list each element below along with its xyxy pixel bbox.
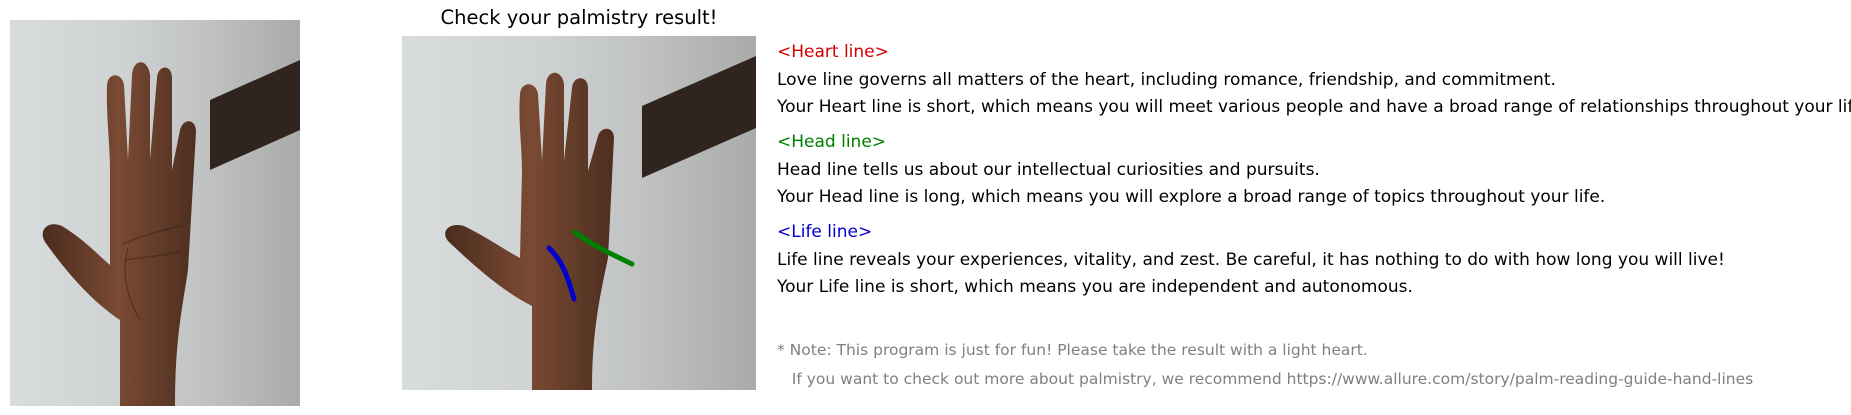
life-line-description: Life line reveals your experiences, vita… bbox=[777, 250, 1725, 270]
fun-note: * Note: This program is just for fun! Pl… bbox=[777, 341, 1368, 359]
heart-line-result: Your Heart line is short, which means yo… bbox=[777, 97, 1851, 117]
hand-illustration bbox=[42, 60, 300, 406]
heart-line-heading: <Heart line> bbox=[777, 42, 889, 62]
head-line-description: Head line tells us about our intellectua… bbox=[777, 160, 1320, 180]
original-hand-photo bbox=[10, 20, 300, 406]
head-line-result: Your Head line is long, which means you … bbox=[777, 187, 1606, 207]
life-line-heading: <Life line> bbox=[777, 222, 873, 242]
head-line-heading: <Head line> bbox=[777, 132, 887, 152]
page-title: Check your palmistry result! bbox=[440, 6, 718, 29]
reference-note: If you want to check out more about palm… bbox=[777, 370, 1754, 388]
annotated-hand-illustration bbox=[445, 56, 756, 390]
heart-line-description: Love line governs all matters of the hea… bbox=[777, 70, 1556, 90]
life-line-result: Your Life line is short, which means you… bbox=[777, 277, 1413, 297]
annotated-hand-photo bbox=[402, 36, 756, 390]
